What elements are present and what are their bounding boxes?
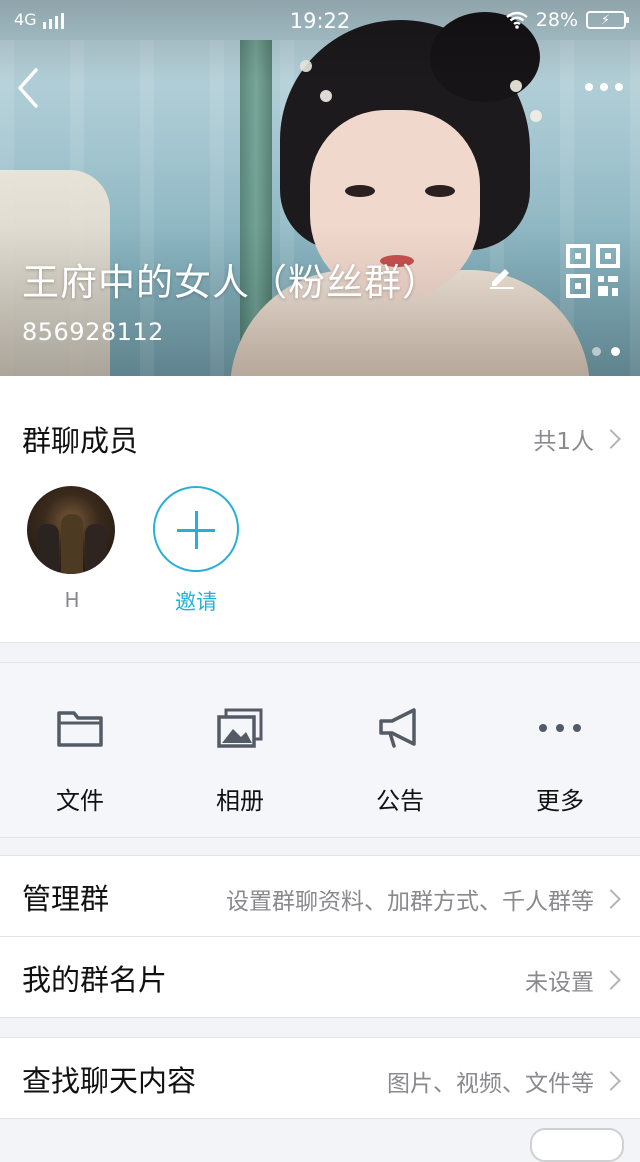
- banner-page-indicator: [592, 347, 620, 356]
- manage-group-row[interactable]: 管理群 设置群聊资料、加群方式、千人群等: [0, 856, 640, 936]
- members-count: 共1人: [533, 429, 594, 455]
- chevron-right-icon: [601, 429, 621, 449]
- member-name: H: [64, 588, 80, 612]
- back-arrow-icon[interactable]: [12, 64, 46, 112]
- feature-label: 公告: [376, 787, 424, 815]
- divider: [0, 1118, 640, 1119]
- members-section: 群聊成员 共1人 H 邀请: [0, 376, 640, 643]
- feature-grid: 文件 相册 公告 更多: [0, 662, 640, 838]
- more-options-icon[interactable]: [582, 72, 626, 102]
- member-item[interactable]: H: [27, 486, 117, 612]
- row-title: 管理群: [22, 882, 110, 916]
- row-title: 我的群名片: [22, 963, 168, 997]
- invite-button[interactable]: 邀请: [151, 486, 241, 616]
- more-dots-icon: [539, 724, 581, 732]
- feature-more[interactable]: 更多: [480, 707, 640, 816]
- qr-code-icon[interactable]: [566, 244, 620, 298]
- divider: [0, 1017, 640, 1018]
- feature-album[interactable]: 相册: [160, 707, 320, 816]
- invite-label: 邀请: [175, 590, 217, 614]
- row-title: 查找聊天内容: [22, 1064, 197, 1098]
- status-bar: 4G 19:22 28% ⚡: [0, 0, 640, 42]
- folder-icon: [57, 711, 103, 747]
- group-id: 856928112: [22, 318, 164, 346]
- group-card-row[interactable]: 我的群名片 未设置: [0, 937, 640, 1017]
- wifi-icon: [506, 11, 528, 29]
- edit-icon[interactable]: [488, 262, 516, 290]
- feature-announcement[interactable]: 公告: [320, 707, 480, 816]
- chevron-right-icon: [601, 970, 621, 990]
- toggle-switch[interactable]: [530, 1128, 624, 1162]
- group-header-banner[interactable]: 4G 19:22 28% ⚡ 王府中的女人（粉丝群） 856928112: [0, 0, 640, 376]
- add-icon: [153, 486, 239, 572]
- avatar: [27, 486, 115, 574]
- photo-album-icon: [217, 708, 263, 748]
- group-name[interactable]: 王府中的女人（粉丝群）: [22, 252, 440, 306]
- battery-percent: 28%: [535, 9, 578, 31]
- search-chat-row[interactable]: 查找聊天内容 图片、视频、文件等: [0, 1038, 640, 1118]
- battery-icon: ⚡: [586, 11, 629, 29]
- chevron-right-icon: [601, 889, 621, 909]
- feature-label: 相册: [216, 787, 264, 815]
- chevron-right-icon: [601, 1071, 621, 1091]
- row-value: 未设置: [525, 970, 594, 996]
- members-count-link[interactable]: 共1人: [533, 422, 621, 456]
- feature-label: 文件: [56, 787, 104, 815]
- feature-files[interactable]: 文件: [0, 707, 160, 816]
- megaphone-icon: [379, 708, 416, 748]
- members-title: 群聊成员: [22, 424, 139, 458]
- row-value: 图片、视频、文件等: [387, 1071, 594, 1097]
- feature-label: 更多: [536, 787, 584, 815]
- row-value: 设置群聊资料、加群方式、千人群等: [226, 889, 594, 915]
